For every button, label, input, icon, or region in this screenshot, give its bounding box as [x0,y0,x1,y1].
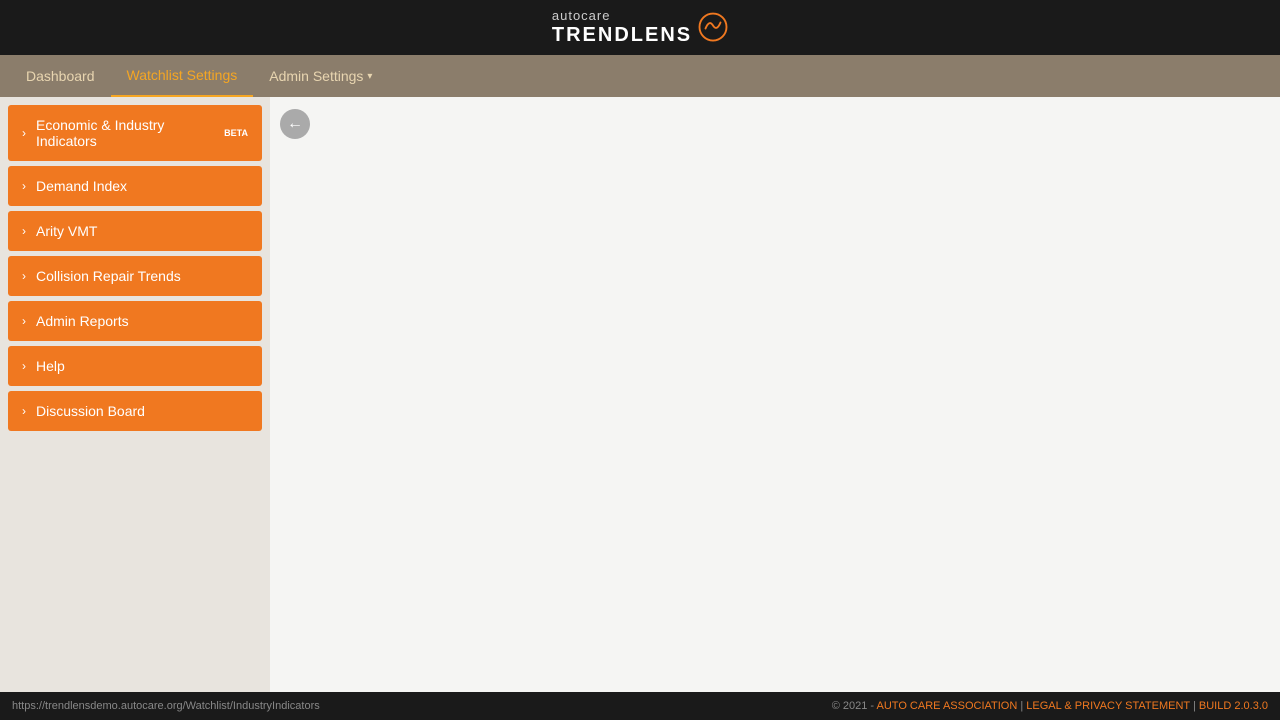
chevron-icon-demand: › [22,179,26,193]
nav-dashboard[interactable]: Dashboard [10,55,111,97]
sidebar-item-collision[interactable]: › Collision Repair Trends [8,256,262,296]
chevron-icon-collision: › [22,269,26,283]
top-bar: autocare TRENDLENS [0,0,1280,55]
chevron-icon-admin-reports: › [22,314,26,328]
footer: https://trendlensdemo.autocare.org/Watch… [0,692,1280,720]
logo-trendlens: TRENDLENS [552,24,692,46]
chevron-icon-economic: › [22,126,26,140]
back-arrow-icon: ← [287,115,303,133]
logo-icon [698,12,728,42]
chevron-icon-discussion: › [22,404,26,418]
chevron-icon-help: › [22,359,26,373]
sidebar-item-collision-label: Collision Repair Trends [36,268,181,284]
nav-watchlist-settings[interactable]: Watchlist Settings [111,55,254,97]
footer-legal-link[interactable]: LEGAL & PRIVACY STATEMENT [1026,700,1190,712]
sidebar-item-economic[interactable]: › Economic & Industry IndicatorsBETA [8,105,262,161]
logo-autocare: autocare [552,9,692,23]
sidebar-item-discussion-label: Discussion Board [36,403,145,419]
sidebar-item-help[interactable]: › Help [8,346,262,386]
nav-admin-settings[interactable]: Admin Settings ▾ [253,55,388,97]
sidebar-item-demand-label: Demand Index [36,178,127,194]
footer-build-link[interactable]: BUILD 2.0.3.0 [1199,700,1268,712]
content-panel: ← [270,97,1280,692]
main-content: › Economic & Industry IndicatorsBETA › D… [0,97,1280,692]
sidebar-item-economic-label: Economic & Industry Indicators [36,117,222,149]
chevron-icon-arity: › [22,224,26,238]
back-button[interactable]: ← [280,109,310,139]
sidebar-item-economic-badge: BETA [224,128,248,138]
sidebar-item-demand[interactable]: › Demand Index [8,166,262,206]
footer-association-link[interactable]: AUTO CARE ASSOCIATION [877,700,1018,712]
sidebar-item-discussion[interactable]: › Discussion Board [8,391,262,431]
logo-container: autocare TRENDLENS [552,9,728,45]
footer-url: https://trendlensdemo.autocare.org/Watch… [12,700,320,712]
nav-bar: Dashboard Watchlist Settings Admin Setti… [0,55,1280,97]
sidebar-item-admin-reports[interactable]: › Admin Reports [8,301,262,341]
logo-text: autocare TRENDLENS [552,9,692,45]
footer-info: © 2021 - AUTO CARE ASSOCIATION | LEGAL &… [832,700,1268,712]
sidebar-item-help-label: Help [36,358,65,374]
sidebar-item-arity-label: Arity VMT [36,223,97,239]
sidebar-item-arity[interactable]: › Arity VMT [8,211,262,251]
sidebar-item-admin-reports-label: Admin Reports [36,313,129,329]
sidebar: › Economic & Industry IndicatorsBETA › D… [0,97,270,692]
footer-copyright: © 2021 - [832,700,874,712]
admin-settings-dropdown-arrow: ▾ [367,71,372,82]
